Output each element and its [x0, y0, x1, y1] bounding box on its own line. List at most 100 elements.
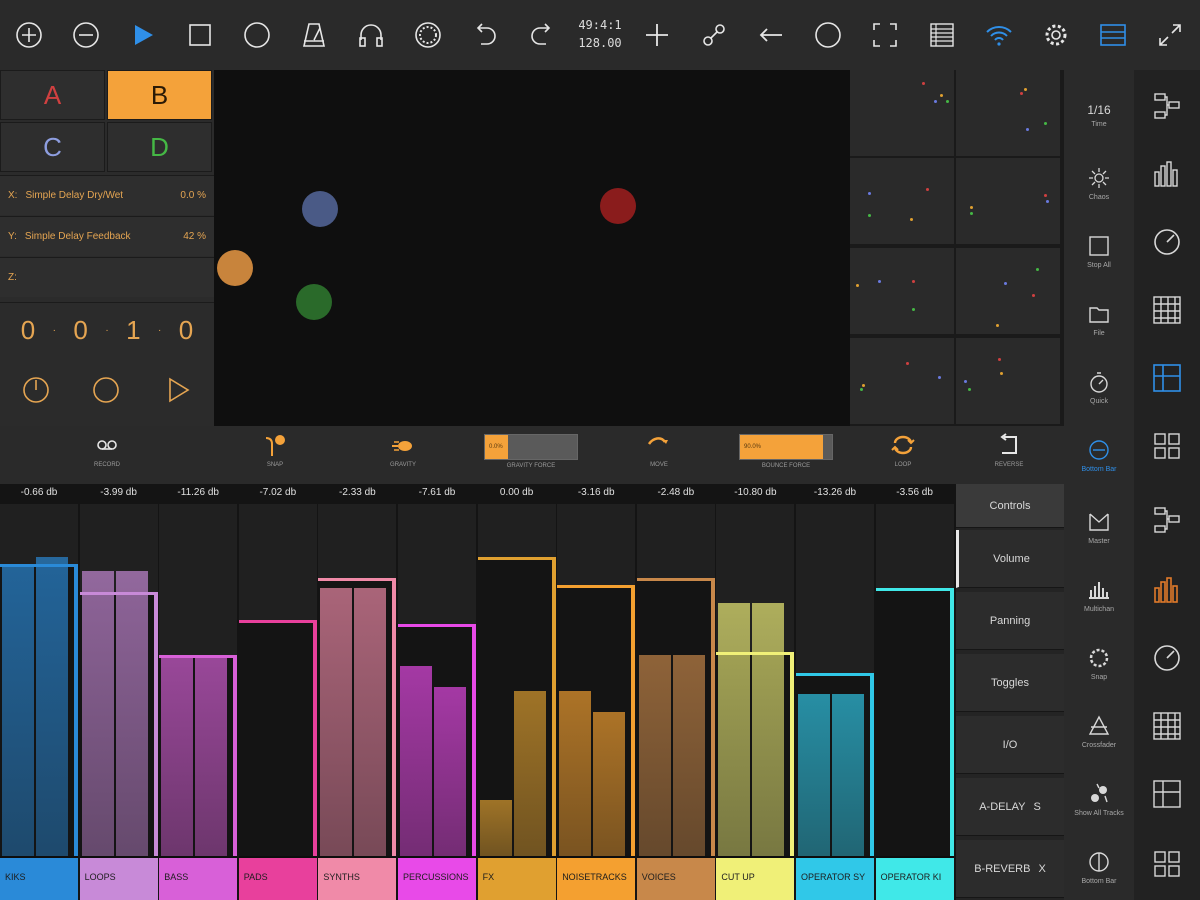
pads-icon[interactable]: [1151, 430, 1183, 462]
channel-strip[interactable]: -7.02 db PADS: [238, 484, 317, 900]
snap-button[interactable]: SNAP: [230, 432, 320, 480]
tool-bottom-bar[interactable]: Bottom Bar: [1064, 834, 1134, 900]
grid-icon[interactable]: [1151, 294, 1183, 326]
power-icon[interactable]: [18, 372, 54, 408]
grid-icon[interactable]: [1151, 710, 1183, 742]
channel-name[interactable]: CUT UP: [716, 856, 795, 900]
menu-icon[interactable]: [1092, 14, 1134, 56]
tool-chaos[interactable]: Chaos: [1064, 150, 1134, 216]
record-button[interactable]: RECORD: [62, 432, 152, 480]
channel-strip[interactable]: -2.33 db SYNTHS: [318, 484, 397, 900]
pads-icon[interactable]: [1151, 848, 1183, 880]
dial-icon[interactable]: [1151, 642, 1183, 674]
menu-send-a-delay[interactable]: A-DELAY S: [956, 778, 1064, 836]
volume-fader[interactable]: [238, 620, 317, 856]
reverse-button[interactable]: REVERSE: [964, 432, 1054, 480]
channel-strip[interactable]: 0.00 db FX: [477, 484, 556, 900]
fullscreen-select-icon[interactable]: [864, 14, 906, 56]
menu-controls[interactable]: Controls: [956, 484, 1064, 528]
menu-send-b-reverb[interactable]: B-REVERB X: [956, 840, 1064, 898]
channel-name[interactable]: FX: [477, 856, 556, 900]
link-icon[interactable]: [693, 14, 735, 56]
xy-ball-blue[interactable]: [302, 191, 338, 227]
snapshot-cell[interactable]: [850, 338, 954, 424]
undo-icon[interactable]: [464, 14, 506, 56]
channel-strip[interactable]: -2.48 db VOICES: [636, 484, 715, 900]
gravity-button[interactable]: GRAVITY: [358, 432, 448, 480]
xy-ball-green[interactable]: [296, 284, 332, 320]
channel-strip[interactable]: -3.16 db NOISETRACKS: [557, 484, 636, 900]
xy-ball-red[interactable]: [600, 188, 636, 224]
dotted-circle-icon[interactable]: [407, 14, 449, 56]
loop-button[interactable]: LOOP: [858, 432, 948, 480]
layout-icon[interactable]: [1151, 362, 1183, 394]
gear-icon[interactable]: [1035, 14, 1077, 56]
snapshot-cell[interactable]: [956, 248, 1060, 334]
wifi-icon[interactable]: [978, 14, 1020, 56]
snapshot-cell[interactable]: [956, 70, 1060, 156]
menu-io[interactable]: I/O: [956, 716, 1064, 774]
tool-multichan[interactable]: Multichan: [1064, 562, 1134, 628]
y-parameter-row[interactable]: Y: Simple Delay Feedback 42 %: [0, 216, 214, 256]
bar-chart-icon[interactable]: [1151, 574, 1183, 606]
tool-time[interactable]: 1/16 Time: [1064, 82, 1134, 148]
channel-name[interactable]: OPERATOR SY: [796, 856, 874, 900]
channel-strip[interactable]: -13.26 db OPERATOR SY: [796, 484, 874, 900]
play-icon[interactable]: [122, 14, 164, 56]
channel-strip[interactable]: -11.26 db BASS: [159, 484, 238, 900]
snapshot-cell[interactable]: [956, 338, 1060, 424]
bar-chart-icon[interactable]: [1151, 158, 1183, 190]
dial-icon[interactable]: [1151, 226, 1183, 258]
scene-button-a[interactable]: A: [0, 70, 105, 120]
channel-name[interactable]: NOISETRACKS: [557, 856, 636, 900]
tool-show-all-tracks[interactable]: Show All Tracks: [1064, 766, 1134, 832]
headphones-icon[interactable]: [350, 14, 392, 56]
back-arrow-icon[interactable]: [750, 14, 792, 56]
list-icon[interactable]: [921, 14, 963, 56]
menu-panning[interactable]: Panning: [956, 592, 1064, 650]
snapshot-cell[interactable]: [850, 248, 954, 334]
scene-button-d[interactable]: D: [107, 122, 212, 172]
add-icon[interactable]: [8, 14, 50, 56]
expand-icon[interactable]: [1149, 14, 1191, 56]
snapshot-cell[interactable]: [956, 158, 1060, 244]
snapshot-cell[interactable]: [850, 158, 954, 244]
channel-name[interactable]: LOOPS: [79, 856, 158, 900]
channel-strip[interactable]: -7.61 db PERCUSSIONS: [398, 484, 476, 900]
tool-bottom-bar-active[interactable]: Bottom Bar: [1064, 422, 1134, 488]
play-outline-icon[interactable]: [160, 372, 196, 408]
layout-icon[interactable]: [1151, 778, 1183, 810]
tool-master[interactable]: Master: [1064, 494, 1134, 560]
circle-icon[interactable]: [88, 372, 124, 408]
stop-icon[interactable]: [179, 14, 221, 56]
plus-icon[interactable]: [636, 14, 678, 56]
tree-icon[interactable]: [1151, 504, 1183, 536]
move-button[interactable]: MOVE: [614, 432, 704, 480]
bounce-force-slider[interactable]: 90.0% BOUNCE FORCE: [739, 434, 833, 474]
metronome-icon[interactable]: [293, 14, 335, 56]
tool-quick[interactable]: Quick: [1064, 354, 1134, 420]
tool-crossfader[interactable]: Crossfader: [1064, 698, 1134, 764]
tool-stop-all[interactable]: Stop All: [1064, 218, 1134, 284]
channel-strip[interactable]: -3.56 db OPERATOR KI: [875, 484, 954, 900]
circle-icon[interactable]: [807, 14, 849, 56]
menu-volume[interactable]: Volume: [956, 530, 1064, 588]
channel-name[interactable]: VOICES: [636, 856, 715, 900]
scene-button-c[interactable]: C: [0, 122, 105, 172]
channel-name[interactable]: BASS: [159, 856, 238, 900]
channel-name[interactable]: SYNTHS: [318, 856, 397, 900]
menu-toggles[interactable]: Toggles: [956, 654, 1064, 712]
channel-strip[interactable]: -0.66 db KIKS: [0, 484, 78, 900]
channel-name[interactable]: PADS: [238, 856, 317, 900]
z-parameter-row[interactable]: Z:: [0, 257, 214, 297]
volume-fader[interactable]: [875, 588, 954, 856]
channel-strip[interactable]: -10.80 db CUT UP: [716, 484, 795, 900]
tool-snap[interactable]: Snap: [1064, 630, 1134, 696]
xy-pad[interactable]: [214, 70, 850, 426]
channel-name[interactable]: OPERATOR KI: [875, 856, 954, 900]
tree-icon[interactable]: [1151, 90, 1183, 122]
gravity-force-slider[interactable]: 0.0% GRAVITY FORCE: [484, 434, 578, 474]
channel-name[interactable]: PERCUSSIONS: [398, 856, 476, 900]
channel-name[interactable]: KIKS: [0, 856, 78, 900]
x-parameter-row[interactable]: X: Simple Delay Dry/Wet 0.0 %: [0, 175, 214, 215]
